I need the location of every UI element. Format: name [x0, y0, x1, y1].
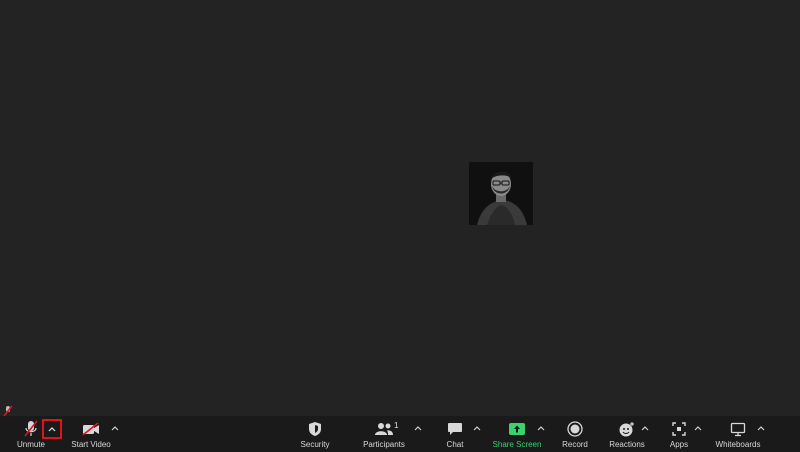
apps-label: Apps	[669, 440, 689, 449]
start-video-button[interactable]: Start Video	[70, 416, 112, 452]
chevron-up-icon	[694, 426, 702, 431]
meeting-stage	[0, 0, 800, 416]
share-screen-icon	[505, 419, 529, 439]
share-options-caret[interactable]	[534, 420, 548, 436]
share-screen-label: Share Screen	[492, 440, 542, 449]
smiley-plus-icon	[615, 419, 639, 439]
reactions-label: Reactions	[609, 440, 645, 449]
chevron-up-icon	[757, 426, 765, 431]
chat-button[interactable]: Chat	[442, 416, 468, 452]
chat-label: Chat	[446, 440, 464, 449]
record-button[interactable]: Record	[560, 416, 590, 452]
participants-label: Participants	[363, 440, 405, 449]
participants-options-caret[interactable]	[411, 420, 425, 436]
chevron-up-icon	[641, 426, 649, 431]
people-icon	[372, 419, 396, 439]
chevron-up-icon	[414, 426, 422, 431]
security-button[interactable]: Security	[298, 416, 332, 452]
whiteboards-label: Whiteboards	[715, 440, 761, 449]
start-video-label: Start Video	[71, 440, 111, 449]
shield-icon	[303, 419, 327, 439]
participant-avatar	[469, 162, 533, 225]
chevron-up-icon	[473, 426, 481, 431]
chevron-up-icon	[537, 426, 545, 431]
chat-options-caret[interactable]	[470, 420, 484, 436]
record-icon	[563, 419, 587, 439]
chevron-up-icon	[111, 426, 119, 431]
unmute-label: Unmute	[16, 440, 45, 449]
chevron-up-icon	[48, 427, 56, 432]
whiteboard-icon	[726, 419, 750, 439]
whiteboards-options-caret[interactable]	[754, 420, 768, 436]
reactions-options-caret[interactable]	[638, 420, 652, 436]
apps-options-caret[interactable]	[691, 420, 705, 436]
apps-icon	[667, 419, 691, 439]
video-off-icon	[79, 419, 103, 439]
participants-button[interactable]: Participants	[361, 416, 407, 452]
record-label: Record	[562, 440, 588, 449]
meeting-toolbar: Unmute Start Video Security Participants…	[0, 416, 800, 452]
chat-bubble-icon	[443, 419, 467, 439]
audio-options-caret[interactable]	[42, 419, 62, 439]
apps-button[interactable]: Apps	[666, 416, 692, 452]
security-label: Security	[300, 440, 330, 449]
self-muted-mic-icon	[3, 404, 13, 417]
participants-count: 1	[394, 421, 399, 430]
video-options-caret[interactable]	[108, 420, 122, 436]
microphone-muted-icon	[19, 419, 43, 439]
